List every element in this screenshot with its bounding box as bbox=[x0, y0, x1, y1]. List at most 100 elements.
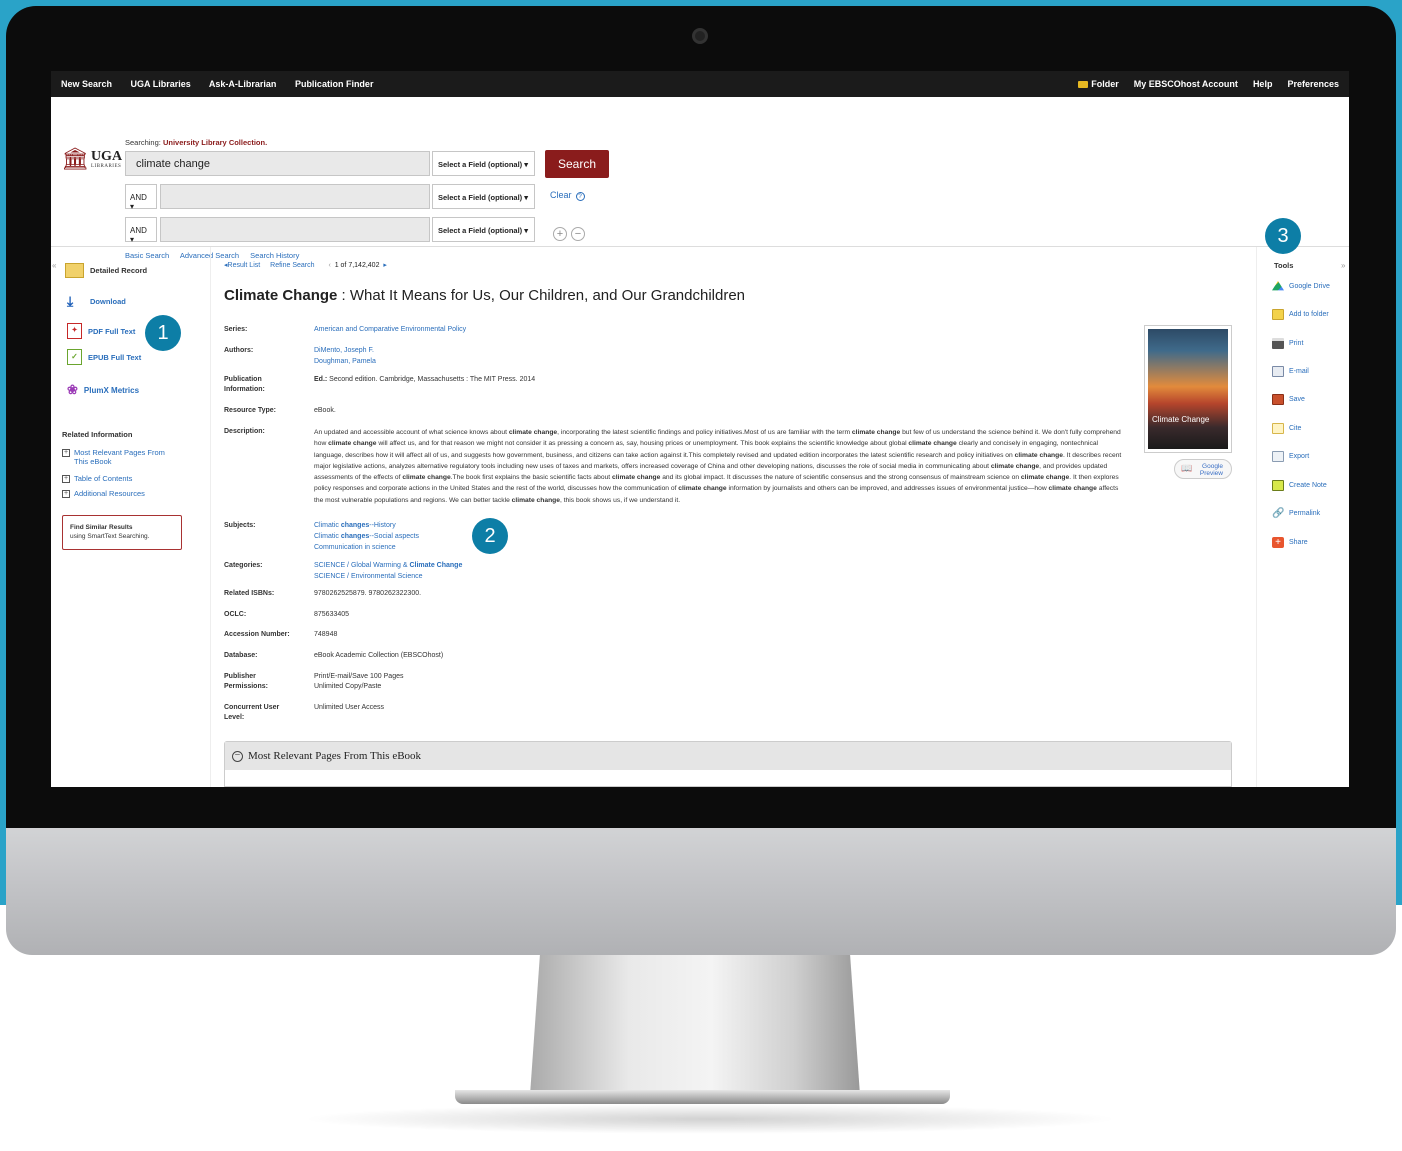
search-button[interactable]: Search bbox=[545, 150, 609, 178]
subject-2[interactable]: Climatic changes--Social aspects bbox=[314, 532, 419, 542]
search-input-1[interactable]: climate change bbox=[125, 151, 430, 176]
tool-google-drive[interactable]: Google Drive bbox=[1272, 281, 1330, 292]
field-select-3[interactable]: Select a Field (optional) ▾ bbox=[432, 217, 535, 242]
callout-badge-3: 3 bbox=[1265, 218, 1301, 254]
description-text: information by journalists and others ca… bbox=[726, 485, 1049, 493]
nav-uga-libraries[interactable]: UGA Libraries bbox=[131, 79, 191, 89]
description-highlight: climate change bbox=[511, 496, 560, 504]
pdf-full-text-link[interactable]: ✦ PDF Full Text bbox=[67, 323, 135, 339]
field-select-2[interactable]: Select a Field (optional) ▾ bbox=[432, 184, 535, 209]
pubinfo-label: Publication Information: bbox=[224, 375, 304, 395]
download-link[interactable]: ⤓ Download bbox=[67, 294, 126, 308]
logo-libraries: LIBRARIES bbox=[90, 163, 122, 169]
related-toc-label: Table of Contents bbox=[74, 474, 133, 483]
plumx-metrics-link[interactable]: ❀ PlumX Metrics bbox=[67, 383, 140, 396]
record-title: Climate Change : What It Means for Us, O… bbox=[224, 287, 745, 304]
description-text: will affect us, and for that reason we m… bbox=[376, 440, 909, 448]
detailed-record[interactable]: Detailed Record bbox=[65, 263, 147, 278]
nav-new-search[interactable]: New Search bbox=[61, 79, 112, 89]
concurrent-label: Concurrent User Level: bbox=[224, 703, 304, 723]
nav-ask-a-librarian[interactable]: Ask-A-Librarian bbox=[209, 79, 277, 89]
category-2[interactable]: SCIENCE / Environmental Science bbox=[314, 572, 423, 582]
cover-image: Climate Change bbox=[1148, 329, 1228, 449]
description-highlight: climate change bbox=[402, 474, 451, 482]
next-icon[interactable]: ▸ bbox=[383, 262, 387, 269]
uga-logo[interactable]: 🏛 UGA LIBRARIES bbox=[61, 148, 122, 170]
result-breadcrumb: ◂Result List Refine Search ‹ 1 of 7,142,… bbox=[224, 261, 387, 269]
find-similar-button[interactable]: Find Similar Results using SmartText Sea… bbox=[62, 515, 182, 550]
monitor-base bbox=[455, 1090, 950, 1104]
google-preview-button[interactable]: 📖 Google Preview bbox=[1174, 459, 1232, 479]
result-list-link[interactable]: ◂Result List bbox=[224, 262, 260, 269]
camera-icon bbox=[692, 28, 708, 44]
logo-uga: UGA bbox=[90, 148, 123, 164]
clear-link[interactable]: Clear? bbox=[550, 190, 585, 201]
bool-select-3[interactable]: AND ▾ bbox=[125, 217, 157, 244]
plumx-label: PlumX Metrics bbox=[83, 385, 140, 395]
related-most-relevant-1: Most Relevant Pages From bbox=[74, 448, 165, 457]
related-additional[interactable]: + Additional Resources bbox=[62, 489, 145, 498]
tool-create-note[interactable]: Create Note bbox=[1272, 480, 1327, 491]
book-cover[interactable]: Climate Change bbox=[1144, 325, 1232, 453]
categories-label: Categories: bbox=[224, 562, 263, 569]
nav-help[interactable]: Help bbox=[1253, 79, 1273, 89]
remove-row-icon[interactable]: − bbox=[571, 227, 585, 241]
subjects-label: Subjects: bbox=[224, 522, 256, 529]
description-highlight: climate change bbox=[612, 474, 661, 482]
print-icon bbox=[1272, 338, 1284, 349]
pubinfo-label-2: Information: bbox=[224, 386, 265, 393]
tool-export-label: Export bbox=[1289, 453, 1310, 460]
publisher-2: Unlimited Copy/Paste bbox=[314, 683, 382, 690]
tool-print[interactable]: Print bbox=[1272, 338, 1303, 349]
tool-permalink[interactable]: 🔗 Permalink bbox=[1272, 508, 1320, 519]
expand-icon: + bbox=[62, 490, 70, 498]
subject-3[interactable]: Communication in science bbox=[314, 543, 396, 553]
related-most-relevant[interactable]: + Most Relevant Pages From This eBook bbox=[62, 448, 165, 466]
tool-email[interactable]: E-mail bbox=[1272, 366, 1309, 377]
tool-add-to-folder[interactable]: Add to folder bbox=[1272, 309, 1329, 320]
field-select-1[interactable]: Select a Field (optional) ▾ bbox=[432, 151, 535, 176]
collapse-right-icon[interactable]: » bbox=[1341, 261, 1345, 270]
related-most-relevant-2: This eBook bbox=[74, 457, 112, 466]
add-row-icon[interactable]: + bbox=[553, 227, 567, 241]
nav-publication-finder[interactable]: Publication Finder bbox=[295, 79, 374, 89]
publisher-value: Print/E-mail/Save 100 Pages Unlimited Cop… bbox=[314, 672, 404, 692]
tool-save[interactable]: Save bbox=[1272, 394, 1305, 405]
most-relevant-header[interactable]: − Most Relevant Pages From This eBook bbox=[225, 742, 1231, 770]
category-1[interactable]: SCIENCE / Global Warming & Climate Chang… bbox=[314, 561, 462, 571]
tool-create-note-label: Create Note bbox=[1289, 482, 1327, 489]
database-label: Database: bbox=[224, 652, 258, 659]
detailed-record-label: Detailed Record bbox=[90, 266, 148, 275]
left-sidebar: Detailed Record ⤓ Download ✦ PDF Full Te… bbox=[51, 247, 211, 787]
author-2[interactable]: Doughman, Pamela bbox=[314, 357, 376, 367]
search-input-2[interactable] bbox=[160, 184, 430, 209]
isbn-value: 9780262525879. 9780262322300. bbox=[314, 590, 422, 597]
author-1[interactable]: DiMento, Joseph F. bbox=[314, 346, 374, 356]
subject-2a: Climatic bbox=[314, 533, 341, 540]
tool-export[interactable]: Export bbox=[1272, 451, 1309, 462]
subject-1[interactable]: Climatic changes--History bbox=[314, 521, 396, 531]
search-input-3[interactable] bbox=[160, 217, 430, 242]
description-highlight: climate change bbox=[508, 429, 558, 436]
related-additional-label: Additional Resources bbox=[74, 489, 145, 498]
monitor-shadow bbox=[300, 1104, 1120, 1134]
refine-search-link[interactable]: Refine Search bbox=[270, 262, 314, 269]
nav-preferences[interactable]: Preferences bbox=[1287, 79, 1339, 89]
help-icon[interactable]: ? bbox=[575, 192, 585, 201]
bool-select-2-label: AND bbox=[130, 193, 147, 202]
related-toc[interactable]: + Table of Contents bbox=[62, 474, 132, 483]
tools-heading: Tools bbox=[1274, 261, 1294, 270]
bool-select-2[interactable]: AND ▾ bbox=[125, 184, 157, 211]
series-value[interactable]: American and Comparative Environmental P… bbox=[314, 325, 466, 335]
folder-icon bbox=[1078, 81, 1089, 89]
tools-sidebar: Tools Google Drive Add to folder Print E… bbox=[1256, 247, 1349, 787]
authors-label: Authors: bbox=[224, 347, 254, 354]
nav-folder[interactable]: Folder bbox=[1078, 79, 1119, 89]
tool-share[interactable]: + Share bbox=[1272, 537, 1308, 548]
prev-icon[interactable]: ‹ bbox=[328, 262, 330, 269]
tool-cite[interactable]: Cite bbox=[1272, 423, 1301, 434]
epub-full-text-link[interactable]: ✓ EPUB Full Text bbox=[67, 349, 141, 365]
category-1a: SCIENCE / Global Warming & bbox=[314, 562, 410, 569]
nav-account[interactable]: My EBSCOhost Account bbox=[1134, 79, 1238, 89]
share-icon: + bbox=[1272, 537, 1284, 548]
